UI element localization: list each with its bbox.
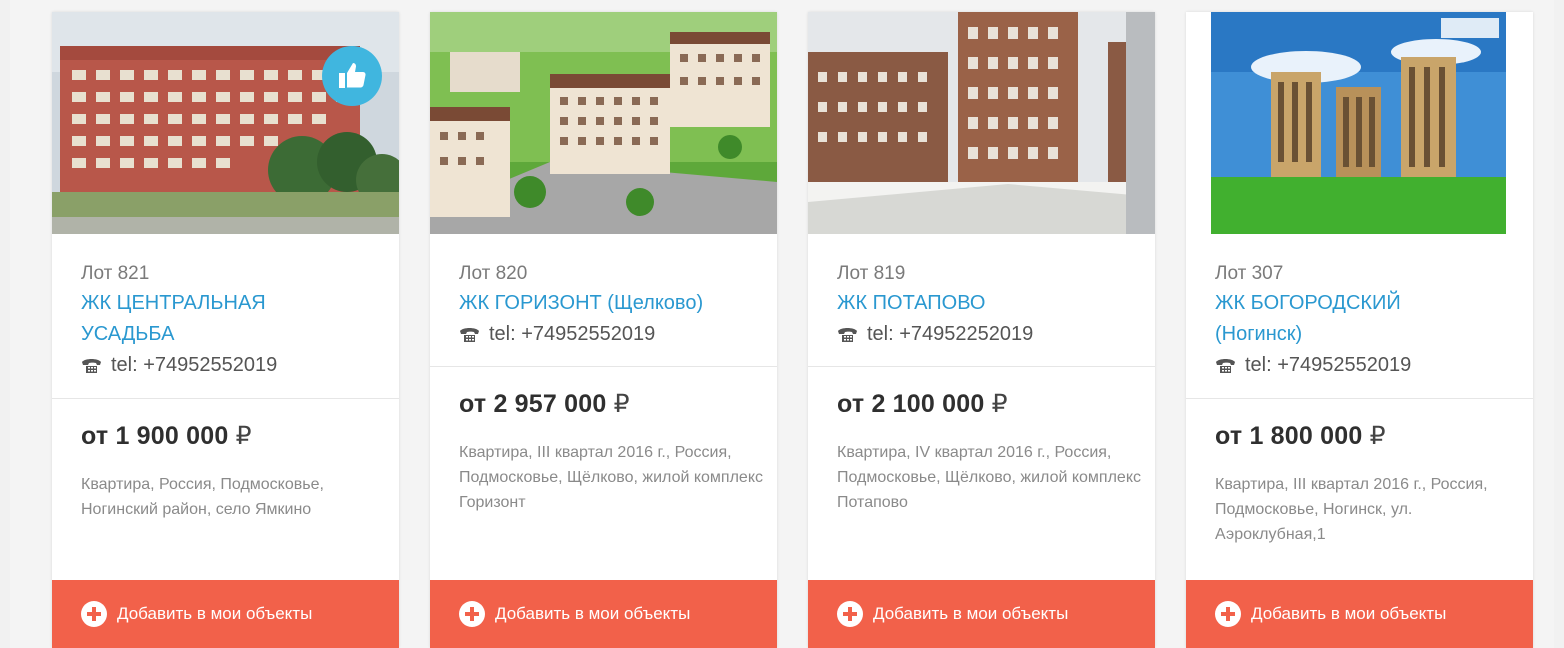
phone-text: tel: +74952552019 [489,323,656,345]
plus-circle-icon [459,601,485,627]
add-to-my-objects-button[interactable]: Добавить в мои объекты [52,580,399,648]
lot-number: Лот 819 [837,263,906,284]
phone-icon [838,328,857,342]
price-value: от 1 900 000 [81,422,229,450]
add-button-label: Добавить в мои объекты [117,604,313,623]
listing-card[interactable]: Лот 819 ЖК ПОТАПОВО tel: +74952252019 от… [808,12,1155,648]
property-photo[interactable] [52,12,399,234]
phone-text: tel: +74952552019 [111,354,278,376]
add-button-label: Добавить в мои объекты [873,604,1069,623]
listing-description: Квартира, III квартал 2016 г., Россия, П… [459,444,763,511]
price-value: от 2 957 000 [459,390,607,418]
lot-number: Лот 821 [81,263,150,284]
add-to-my-objects-button[interactable]: Добавить в мои объекты [1186,580,1533,648]
add-button-label: Добавить в мои объекты [1251,604,1447,623]
currency-symbol: ₽ [1369,422,1386,450]
add-button-label: Добавить в мои объекты [495,604,691,623]
listing-description: Квартира, Россия, Подмосковье, Ногинский… [81,476,324,518]
add-to-my-objects-button[interactable]: Добавить в мои объекты [430,580,777,648]
listing-card[interactable]: Лот 820 ЖК ГОРИЗОНТ (Щелково) tel: +7495… [430,12,777,648]
phone-icon [82,359,101,373]
listing-description: Квартира, IV квартал 2016 г., Россия, По… [837,444,1141,511]
currency-symbol: ₽ [991,390,1008,418]
phone-text: tel: +74952552019 [1245,354,1412,376]
price-value: от 1 800 000 [1215,422,1363,450]
price: от 2 957 000 ₽ [459,389,630,419]
phone-icon [460,328,479,342]
listing-description: Квартира, III квартал 2016 г., Россия, П… [1215,476,1488,543]
divider [1186,398,1533,399]
divider [430,366,777,367]
phone-text: tel: +74952252019 [867,323,1034,345]
like-badge[interactable] [322,46,382,106]
lot-number: Лот 820 [459,263,528,284]
phone-number: tel: +74952552019 [459,319,765,350]
price-value: от 2 100 000 [837,390,985,418]
listing-title-link[interactable]: ЖК БОГОРОДСКИЙ (Ногинск) [1215,288,1465,350]
listing-card[interactable]: Лот 821 ЖК ЦЕНТРАЛЬНАЯ УСАДЬБА tel: +749… [52,12,399,648]
listing-title-link[interactable]: ЖК ЦЕНТРАЛЬНАЯ УСАДЬБА [81,288,311,350]
lot-number: Лот 307 [1215,263,1284,284]
phone-number: tel: +74952252019 [837,319,1143,350]
price: от 2 100 000 ₽ [837,389,1008,419]
price: от 1 800 000 ₽ [1215,421,1386,451]
currency-symbol: ₽ [613,390,630,418]
plus-circle-icon [837,601,863,627]
listing-title-link[interactable]: ЖК ГОРИЗОНТ (Щелково) [459,288,765,319]
divider [808,366,1155,367]
price: от 1 900 000 ₽ [81,421,252,451]
phone-number: tel: +74952552019 [1215,350,1521,381]
thumbs-up-icon [339,63,366,88]
phone-icon [1216,359,1235,373]
plus-circle-icon [1215,601,1241,627]
property-photo[interactable] [430,12,777,234]
phone-number: tel: +74952552019 [81,350,387,381]
property-photo[interactable] [808,12,1155,234]
currency-symbol: ₽ [235,422,252,450]
listing-card[interactable]: Лот 307 ЖК БОГОРОДСКИЙ (Ногинск) tel: +7… [1186,12,1533,648]
plus-circle-icon [81,601,107,627]
property-photo[interactable] [1186,12,1533,234]
listing-title-link[interactable]: ЖК ПОТАПОВО [837,288,1143,319]
divider [52,398,399,399]
add-to-my-objects-button[interactable]: Добавить в мои объекты [808,580,1155,648]
